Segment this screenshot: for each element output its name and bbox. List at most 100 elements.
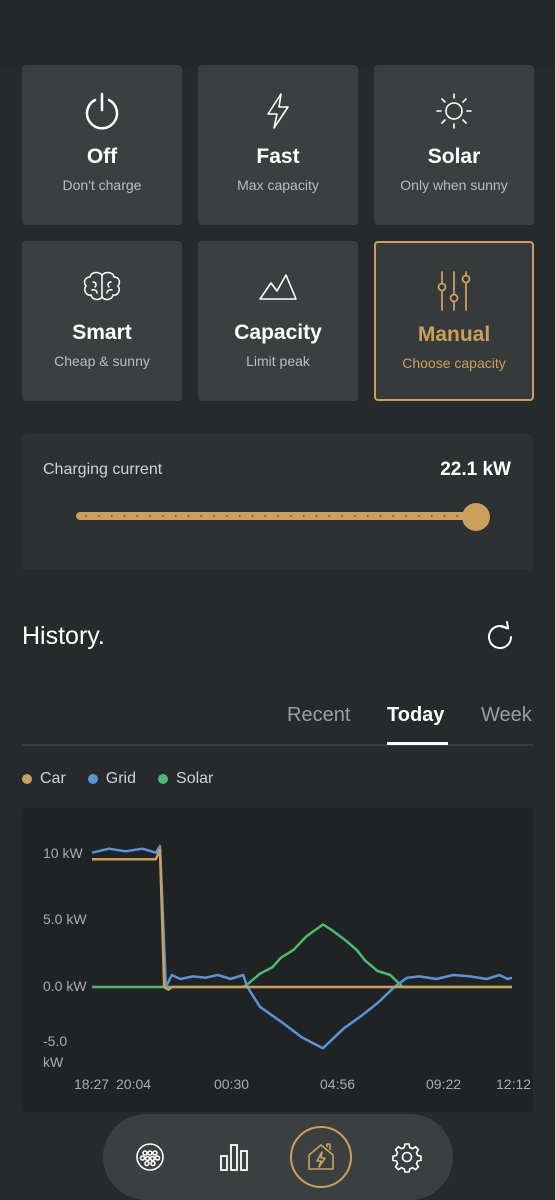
bar-chart-icon (220, 1144, 248, 1171)
slider-tick (302, 515, 305, 517)
slider-tick (392, 515, 395, 517)
history-chart-svg: 10 kW 5.0 kW 0.0 kW -5.0 kW 18:27 20:04 00:30 0… (43, 844, 531, 1092)
slider-tick (123, 515, 126, 517)
slider-tick (430, 515, 433, 517)
refresh-icon (488, 621, 512, 649)
active-tab-indicator (387, 742, 448, 745)
tab-today[interactable]: Today (387, 704, 444, 727)
chart-legend: Car Grid Solar (22, 768, 235, 790)
series-line-solar (92, 923, 512, 989)
slider-tick (341, 515, 343, 517)
slider-tick (85, 515, 87, 517)
mode-subtitle: Max capacity (237, 177, 319, 193)
nav-statistics[interactable] (212, 1135, 256, 1179)
legend-item-solar: Solar (158, 770, 213, 788)
nav-home[interactable] (290, 1126, 352, 1188)
slider-tick (97, 515, 100, 517)
slider-tick (289, 515, 292, 517)
x-tick-label: 00:30 (214, 1076, 249, 1092)
legend-item-grid: Grid (87, 770, 137, 788)
tab-week[interactable]: Week (481, 704, 532, 727)
top-bar (0, 0, 555, 66)
legend-label: Grid (105, 770, 137, 787)
slider-tick (443, 515, 446, 517)
legend-swatch-solar (158, 774, 169, 784)
mode-subtitle: Don't charge (62, 177, 142, 193)
legend-item-car: Car (22, 770, 66, 788)
slider-tick (315, 515, 318, 517)
slider-tick (405, 515, 407, 517)
mode-subtitle: Limit peak (246, 353, 310, 369)
slider-tick (264, 515, 267, 517)
nav-charger[interactable] (128, 1135, 172, 1179)
slider-tick (225, 515, 228, 517)
mode-card-capacity[interactable]: Capacity Limit peak (198, 241, 358, 401)
slider-tick (251, 515, 254, 517)
mountain-icon (198, 267, 358, 307)
refresh-button[interactable] (484, 620, 518, 654)
slider-tick-marks (85, 515, 471, 517)
legend-label: Car (40, 770, 66, 787)
sliders-icon (376, 271, 532, 311)
legend-swatch-car (22, 774, 32, 784)
mode-title: Manual (417, 323, 491, 346)
sun-icon (374, 91, 534, 131)
y-tick-label: 0.0 kW (43, 978, 87, 994)
x-tick-label: 12:12 (496, 1076, 531, 1092)
charging-current-value: 22.1 kW (440, 459, 511, 480)
legend-label: Solar (176, 770, 214, 787)
slider-tick (328, 515, 331, 517)
charging-current-label: Charging current (43, 461, 163, 478)
charging-current-panel: Charging current 22.1 kW (22, 434, 533, 570)
mode-card-off[interactable]: Off Don't charge (22, 65, 182, 225)
nav-settings[interactable] (385, 1135, 429, 1179)
mode-subtitle: Cheap & sunny (54, 353, 150, 369)
slider-tick (379, 515, 382, 517)
slider-tick (161, 515, 164, 517)
mode-card-solar[interactable]: Solar Only when sunny (374, 65, 534, 225)
mode-title: Capacity (234, 321, 322, 344)
legend-swatch-grid (87, 774, 98, 784)
x-tick-label: 04:56 (320, 1076, 355, 1092)
mode-card-smart[interactable]: Smart Cheap & sunny (22, 241, 182, 401)
tab-recent[interactable]: Recent (287, 704, 350, 727)
charger-plug-icon (136, 1143, 164, 1171)
slider-tick (149, 515, 151, 517)
slider-tick (187, 515, 190, 517)
lightning-icon (198, 91, 358, 131)
y-tick-label: -5.0 kW (43, 1033, 67, 1070)
mode-title: Smart (72, 321, 132, 344)
x-tick-label: 18:27 (74, 1076, 109, 1092)
x-tick-label: 09:22 (426, 1076, 461, 1092)
y-tick-label: 5.0 kW (43, 911, 87, 927)
series-line-car (92, 848, 512, 991)
history-tabs: Recent Today Week (22, 700, 533, 746)
slider-tick (136, 515, 139, 517)
history-chart: 10 kW 5.0 kW 0.0 kW -5.0 kW 18:27 20:04 00:30 0… (22, 808, 533, 1112)
mode-title: Off (86, 145, 118, 168)
bottom-nav (103, 1114, 453, 1200)
slider-tick (238, 515, 241, 517)
gear-icon (392, 1143, 422, 1173)
slider-tick (213, 515, 215, 517)
mode-subtitle: Only when sunny (400, 177, 508, 193)
slider-tick (456, 515, 459, 517)
history-title: History. (22, 622, 105, 650)
home-lightning-icon (308, 1143, 334, 1170)
slider-tick (353, 515, 356, 517)
mode-card-fast[interactable]: Fast Max capacity (198, 65, 358, 225)
slider-tick (366, 515, 369, 517)
x-tick-label: 20:04 (116, 1076, 151, 1092)
y-tick-label: 10 kW (43, 845, 83, 861)
charging-slider-knob[interactable] (462, 503, 490, 531)
mode-title: Fast (256, 145, 300, 168)
slider-tick (174, 515, 177, 517)
brain-icon (22, 267, 182, 307)
slider-tick (417, 515, 420, 517)
mode-card-manual[interactable]: Manual Choose capacity (374, 241, 534, 401)
mode-title: Solar (427, 145, 481, 168)
slider-tick (277, 515, 279, 517)
slider-tick (110, 515, 113, 517)
series-line-grid (91, 844, 513, 1050)
power-icon (22, 91, 182, 131)
